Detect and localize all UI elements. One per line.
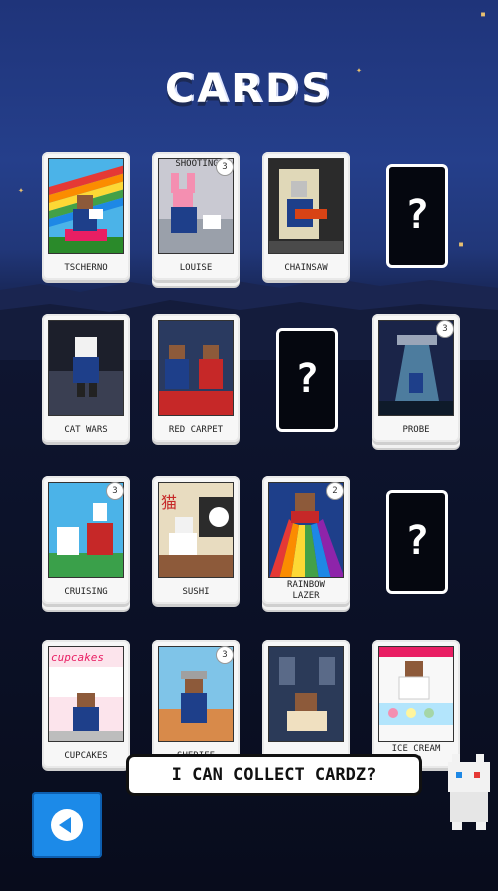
card-label: RAINBOW LAZER bbox=[262, 580, 350, 602]
card-label-line1: RAINBOW bbox=[287, 580, 325, 590]
card-label: TSCHERNO bbox=[64, 263, 108, 273]
pixel-cat-icon[interactable] bbox=[438, 748, 498, 834]
card-label: SUSHI bbox=[182, 587, 210, 597]
card-art: cupcakes bbox=[48, 646, 124, 742]
card-rainbow-lazer[interactable]: 2 RAINBOW LAZER bbox=[262, 476, 350, 604]
speech-bubble: I CAN COLLECT CARDZ? bbox=[126, 754, 422, 796]
locked-card[interactable]: ? bbox=[386, 164, 448, 268]
back-button[interactable] bbox=[32, 792, 102, 858]
card-art bbox=[378, 646, 454, 742]
card-label: PROBE bbox=[402, 425, 430, 435]
card-sushi[interactable]: 猫 SUSHI bbox=[152, 476, 240, 604]
card-art bbox=[158, 320, 234, 416]
card-count-badge: 3 bbox=[216, 646, 234, 664]
card-tscherno[interactable]: TSCHERNO bbox=[42, 152, 130, 280]
card-art bbox=[268, 646, 344, 742]
card-art bbox=[48, 320, 124, 416]
card-label: CRUISING bbox=[64, 587, 108, 597]
card-probe[interactable]: 3 PROBE bbox=[372, 314, 460, 442]
card-art: 猫 bbox=[158, 482, 234, 578]
card-sheriff[interactable]: 3 SHERIFF bbox=[152, 640, 240, 768]
locked-card[interactable]: ? bbox=[276, 328, 338, 432]
card-art bbox=[48, 158, 124, 254]
card-louise[interactable]: SHOOTING 3 LOUISE bbox=[152, 152, 240, 280]
card-count-badge: 3 bbox=[106, 482, 124, 500]
sushi-sign: 猫 bbox=[161, 493, 178, 512]
star-icon: ▪ bbox=[458, 239, 465, 250]
card-label: CUPCAKES bbox=[64, 751, 108, 761]
card-label: LOUISE bbox=[179, 263, 213, 273]
card-cruising[interactable]: 3 CRUISING bbox=[42, 476, 130, 604]
card-count-badge: 3 bbox=[216, 158, 234, 176]
card-label: RED CARPET bbox=[168, 425, 224, 435]
card-label: CAT WARS bbox=[64, 425, 108, 435]
card-label-line2: LAZER bbox=[292, 591, 320, 601]
star-icon: ▪ bbox=[480, 9, 487, 20]
locked-card[interactable]: ? bbox=[386, 490, 448, 594]
card-count-badge: 3 bbox=[436, 320, 454, 338]
card-cupcakes[interactable]: cupcakes CUPCAKES bbox=[42, 640, 130, 768]
card-chainsaw[interactable]: CHAINSAW bbox=[262, 152, 350, 280]
card-label: CHAINSAW bbox=[284, 263, 328, 273]
star-icon: ✦ bbox=[18, 185, 25, 196]
card-unnamed[interactable] bbox=[262, 640, 350, 768]
card-cat-wars[interactable]: CAT WARS bbox=[42, 314, 130, 442]
card-art bbox=[268, 158, 344, 254]
card-red-carpet[interactable]: RED CARPET bbox=[152, 314, 240, 442]
back-arrow-triangle bbox=[59, 817, 71, 833]
page-title: CARDS bbox=[164, 66, 334, 112]
cupcakes-sign: cupcakes bbox=[51, 651, 104, 664]
card-count-badge: 2 bbox=[326, 482, 344, 500]
